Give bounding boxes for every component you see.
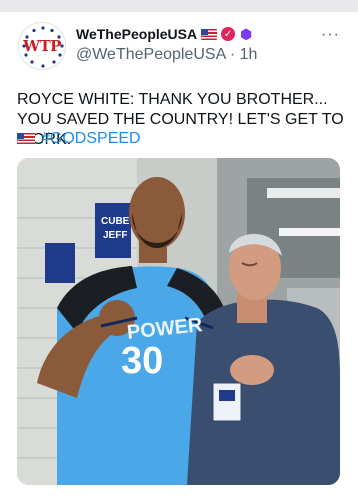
- top-bar: [0, 0, 358, 12]
- post-time[interactable]: 1h: [240, 46, 258, 63]
- author-handle[interactable]: @WeThePeopleUSA: [76, 46, 225, 63]
- purple-hexagon-icon: ⬢: [239, 26, 253, 42]
- avatar-logo-text: WTP: [23, 37, 61, 55]
- author-avatar[interactable]: WTP: [18, 22, 66, 70]
- author-display-name[interactable]: WeThePeopleUSA: [76, 26, 197, 42]
- banner-text-2: JEFF: [103, 230, 128, 241]
- hashtag-link[interactable]: #GODSPEED: [41, 130, 141, 148]
- hashtag-line: #GODSPEED: [17, 130, 141, 148]
- us-flag-icon: [201, 28, 218, 40]
- separator-dot: ·: [229, 46, 240, 63]
- author-name-row: WeThePeopleUSA ✓ ⬢: [76, 26, 253, 42]
- author-handle-row: @WeThePeopleUSA · 1h: [76, 46, 257, 64]
- verified-check-icon: ✓: [221, 27, 236, 41]
- banner-text-1: CUBE: [101, 216, 130, 227]
- us-flag-icon: [17, 133, 35, 145]
- more-options-icon[interactable]: ···: [321, 26, 340, 44]
- jersey-number: 30: [121, 340, 164, 382]
- post-media-image[interactable]: CUBE JEFF POWER 30: [17, 158, 340, 485]
